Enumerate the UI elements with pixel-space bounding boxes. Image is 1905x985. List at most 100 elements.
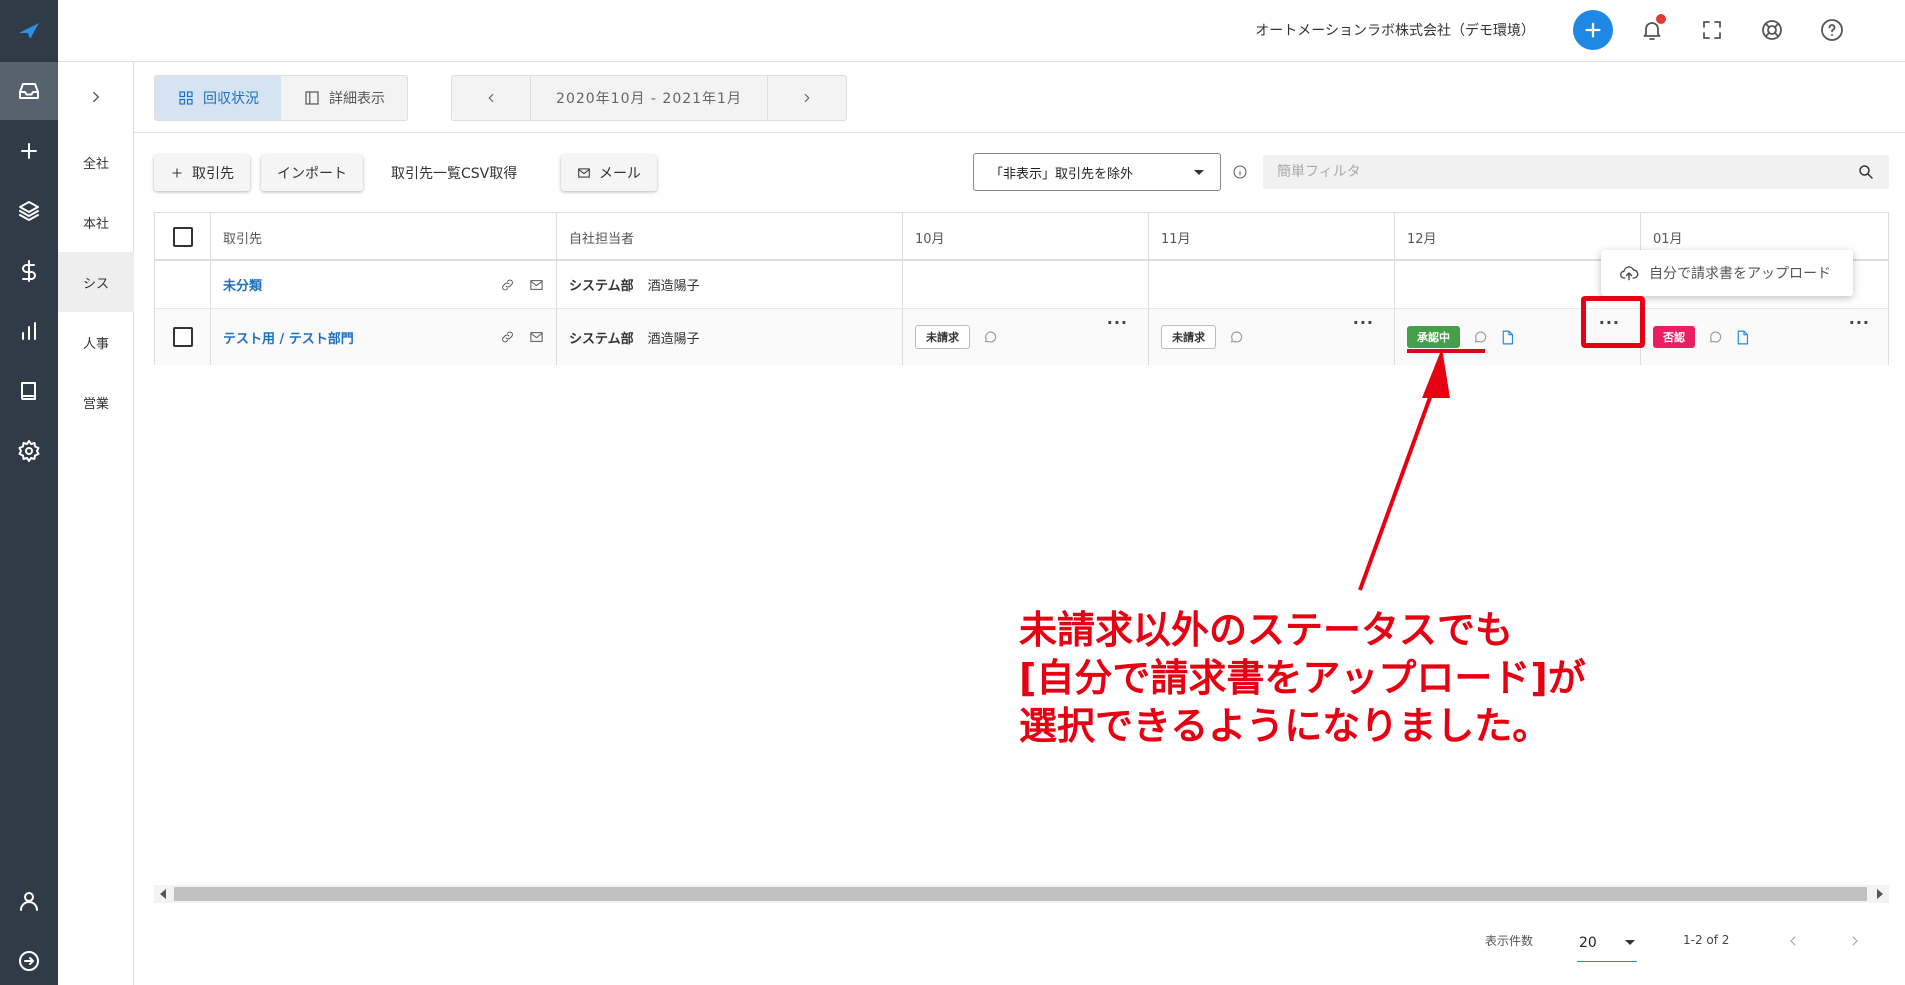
rows-per-page-label: 表示件数	[1485, 934, 1534, 948]
header-month-11[interactable]: 11月	[1149, 213, 1395, 261]
select-all-checkbox[interactable]	[173, 227, 193, 247]
scroll-left-icon[interactable]	[154, 885, 172, 903]
logout-icon[interactable]	[0, 932, 58, 985]
comment-icon[interactable]	[1707, 329, 1724, 346]
add-icon[interactable]	[0, 122, 58, 180]
logo-icon[interactable]	[0, 2, 58, 60]
owner-cell: システム部 酒造陽子	[557, 261, 903, 308]
chevron-right-icon	[804, 93, 810, 103]
status-badge[interactable]: 未請求	[915, 325, 970, 349]
user-icon[interactable]	[0, 872, 58, 930]
link-icon[interactable]	[500, 330, 515, 345]
owner-cell: システム部 酒造陽子	[557, 309, 903, 365]
caret-down-icon	[1194, 169, 1204, 175]
status-badge[interactable]: 否認	[1653, 326, 1695, 348]
detail-view-button[interactable]: 詳細表示	[281, 76, 407, 120]
search-icon[interactable]	[1857, 163, 1875, 181]
mail-button[interactable]: メール	[561, 155, 657, 191]
upload-menu-item[interactable]: 自分で請求書をアップロード	[1601, 250, 1853, 296]
horizontal-scrollbar[interactable]	[154, 885, 1889, 903]
support-icon[interactable]	[1758, 16, 1786, 44]
partner-cell: テスト用 / テスト部門	[211, 309, 557, 365]
row-select-cell	[155, 261, 211, 308]
department-item[interactable]: 本社	[58, 192, 134, 252]
more-menu-button[interactable]: ···	[1107, 313, 1128, 332]
search-input[interactable]	[1277, 164, 1837, 180]
info-icon[interactable]	[1232, 164, 1248, 180]
comment-icon[interactable]	[1228, 329, 1245, 346]
more-menu-button[interactable]: ···	[1353, 313, 1374, 332]
quick-filter	[1263, 155, 1889, 189]
settings-icon[interactable]	[0, 422, 58, 480]
fullscreen-icon[interactable]	[1698, 16, 1726, 44]
book-icon[interactable]	[0, 362, 58, 420]
select-all-cell	[155, 213, 211, 261]
department-list: 全社 本社 シス 人事 営業	[58, 62, 134, 985]
chevron-right-icon	[93, 91, 100, 103]
scroll-right-icon[interactable]	[1871, 885, 1889, 903]
month-cell-10: 未請求 ···	[903, 309, 1149, 365]
status-view-button[interactable]: 回収状況	[155, 76, 281, 120]
add-partner-button[interactable]: 取引先	[154, 155, 250, 191]
next-page-button[interactable]	[1842, 928, 1868, 954]
department-item[interactable]: 営業	[58, 372, 134, 432]
mail-icon	[578, 168, 590, 178]
header-owner[interactable]: 自社担当者	[557, 213, 903, 261]
import-button[interactable]: インポート	[261, 155, 363, 191]
chevron-left-icon	[488, 93, 494, 103]
link-icon[interactable]	[500, 277, 515, 292]
main-sidebar	[0, 0, 58, 985]
chevron-right-icon	[1852, 936, 1858, 946]
bar-chart-icon[interactable]	[0, 302, 58, 360]
document-icon[interactable]	[1499, 329, 1516, 346]
previous-page-button[interactable]	[1780, 928, 1806, 954]
document-icon[interactable]	[1734, 329, 1751, 346]
comment-icon[interactable]	[1472, 329, 1489, 346]
plus-icon	[1585, 22, 1601, 38]
top-bar: オートメーションラボ株式会社（デモ環境）	[58, 0, 1905, 62]
annotation-arrow	[1358, 348, 1450, 591]
plus-icon	[172, 168, 182, 178]
company-name: オートメーションラボ株式会社（デモ環境）	[1255, 23, 1535, 39]
scrollbar-thumb[interactable]	[174, 887, 1867, 901]
more-menu-button[interactable]: ···	[1849, 313, 1870, 332]
view-toggle: 回収状況 詳細表示	[154, 75, 408, 121]
mail-icon[interactable]	[529, 277, 544, 292]
header-partner[interactable]: 取引先	[211, 213, 557, 261]
notification-badge	[1656, 14, 1666, 24]
grid-icon	[179, 91, 193, 105]
partner-link[interactable]: 未分類	[223, 275, 262, 294]
page-range: 1-2 of 2	[1683, 933, 1730, 947]
next-period-button[interactable]	[768, 76, 846, 120]
highlight-box	[1581, 296, 1645, 348]
department-item[interactable]: 全社	[58, 132, 134, 192]
month-cell	[1149, 261, 1395, 308]
partner-link[interactable]: テスト用 / テスト部門	[223, 328, 354, 347]
header-month-10[interactable]: 10月	[903, 213, 1149, 261]
rows-per-page-select[interactable]: 20	[1577, 924, 1637, 962]
csv-export-link[interactable]: 取引先一覧CSV取得	[391, 163, 517, 183]
hidden-filter-select[interactable]: 「非表示」取引先を除外	[973, 153, 1221, 191]
period-selector: 2020年10月 - 2021年1月	[451, 75, 847, 121]
previous-period-button[interactable]	[452, 76, 530, 120]
period-label[interactable]: 2020年10月 - 2021年1月	[530, 76, 768, 120]
caret-down-icon	[1625, 940, 1635, 945]
create-new-button[interactable]	[1573, 10, 1613, 50]
annotation-text: 未請求以外のステータスでも [自分で請求書をアップロード]が 選択できるようにな…	[1019, 608, 1586, 748]
department-item-selected[interactable]: シス	[58, 252, 134, 312]
inbox-icon[interactable]	[0, 62, 58, 120]
divider	[134, 132, 1905, 133]
cloud-upload-icon	[1620, 266, 1639, 281]
comment-icon[interactable]	[982, 329, 999, 346]
month-cell-01: 否認 ···	[1641, 309, 1890, 365]
department-item[interactable]: 人事	[58, 312, 134, 372]
expand-departments-button[interactable]	[58, 62, 134, 132]
status-badge[interactable]: 未請求	[1161, 325, 1216, 349]
dollar-icon[interactable]	[0, 242, 58, 300]
notification-bell-icon[interactable]	[1638, 14, 1666, 44]
row-checkbox[interactable]	[173, 327, 193, 347]
panel-icon	[305, 91, 319, 105]
layers-icon[interactable]	[0, 182, 58, 240]
mail-icon[interactable]	[529, 330, 544, 345]
help-icon[interactable]	[1818, 16, 1846, 44]
